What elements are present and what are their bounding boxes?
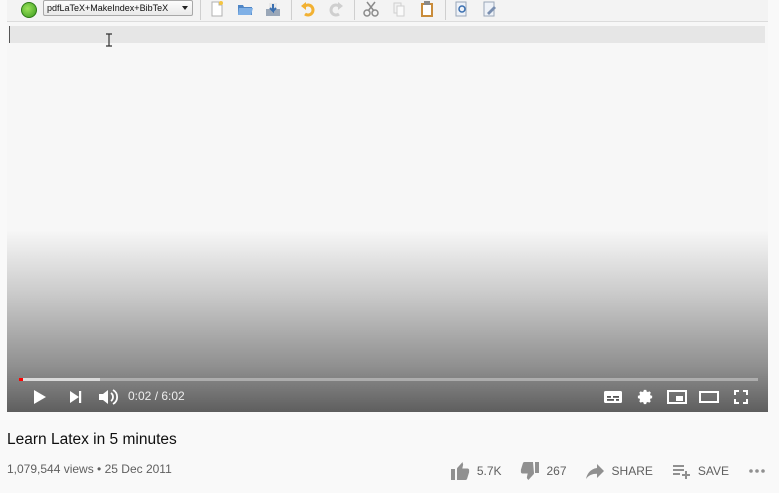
copy-icon: [390, 0, 408, 18]
progress-bar[interactable]: [19, 378, 758, 381]
save-label: SAVE: [697, 464, 729, 478]
video-player[interactable]: pdfLaTeX+MakeIndex+BibTeX 0:02 / 6:02: [7, 0, 768, 412]
redo-icon: [327, 0, 345, 18]
fullscreen-button[interactable]: [731, 386, 751, 408]
video-actions: 5.7K 267 SHARE SAVE: [432, 460, 767, 482]
new-file-icon: [208, 0, 226, 18]
thumbs-up-icon: [450, 462, 469, 480]
dislike-button[interactable]: 267: [520, 461, 567, 481]
play-button[interactable]: [29, 386, 49, 408]
dislike-count: 267: [546, 464, 567, 478]
open-folder-icon: [236, 0, 254, 18]
video-title: Learn Latex in 5 minutes: [7, 431, 177, 448]
paste-icon: [418, 0, 436, 18]
controls-gradient: [7, 230, 768, 412]
toolbar-divider: [200, 0, 201, 20]
miniplayer-button[interactable]: [666, 386, 688, 408]
miniplayer-icon: [667, 390, 687, 404]
fullscreen-icon: [734, 390, 748, 404]
editor-toolbar: pdfLaTeX+MakeIndex+BibTeX: [7, 0, 768, 22]
subtitles-button[interactable]: [602, 386, 624, 408]
toolbar-divider: [354, 0, 355, 20]
texmaker-logo-icon: [21, 2, 37, 18]
skip-next-icon: [70, 391, 82, 403]
play-icon: [34, 390, 46, 404]
share-button[interactable]: SHARE: [585, 461, 653, 481]
time-display: 0:02 / 6:02: [128, 389, 185, 403]
like-button[interactable]: 5.7K: [450, 461, 502, 481]
progress-buffered: [19, 378, 101, 381]
compiler-select: pdfLaTeX+MakeIndex+BibTeX: [43, 0, 193, 16]
undo-icon: [299, 0, 317, 18]
gear-icon: [637, 389, 653, 405]
text-cursor-icon: [106, 33, 112, 47]
theater-mode-button[interactable]: [698, 386, 720, 408]
more-actions-button[interactable]: [747, 461, 767, 481]
toolbar-divider: [445, 0, 446, 20]
thumbs-down-icon: [520, 462, 539, 480]
settings-button[interactable]: [635, 386, 655, 408]
editor-current-line: [9, 26, 765, 43]
find-icon: [453, 0, 471, 18]
share-icon: [585, 464, 604, 479]
cut-icon: [362, 0, 380, 18]
subtitles-icon: [604, 391, 622, 403]
video-meta: 1,079,544 views • 25 Dec 2011: [7, 462, 172, 476]
more-horizontal-icon: [749, 469, 765, 473]
save-icon: [264, 0, 282, 18]
like-count: 5.7K: [476, 464, 502, 478]
compiler-select-value: pdfLaTeX+MakeIndex+BibTeX: [47, 3, 169, 13]
playlist-add-icon: [672, 465, 690, 479]
mute-button[interactable]: [97, 386, 119, 408]
theater-mode-icon: [699, 391, 719, 403]
next-button[interactable]: [65, 386, 85, 408]
progress-played: [19, 378, 24, 381]
chevron-down-icon: [182, 6, 188, 10]
toolbar-divider: [291, 0, 292, 20]
volume-icon: [99, 389, 119, 405]
find-replace-icon: [481, 0, 499, 18]
share-label: SHARE: [611, 464, 653, 478]
save-button[interactable]: SAVE: [671, 461, 729, 481]
